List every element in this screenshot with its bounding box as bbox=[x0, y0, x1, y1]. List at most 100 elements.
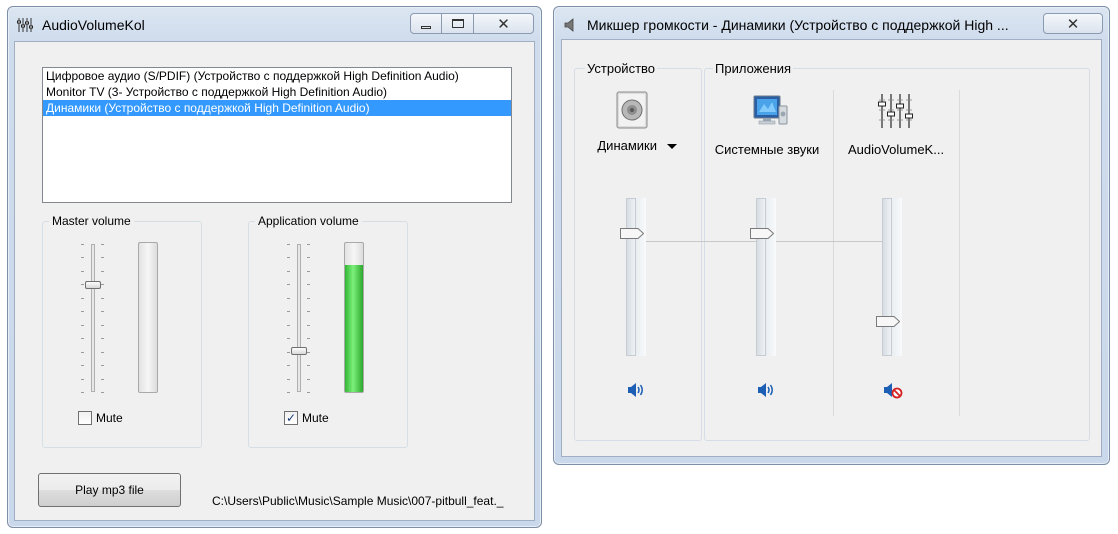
speaker-icon bbox=[628, 383, 643, 397]
close-icon: ✕ bbox=[497, 15, 510, 33]
master-ticks-right bbox=[101, 244, 105, 393]
master-mute-label: Mute bbox=[96, 411, 123, 425]
slider-tick bbox=[81, 270, 84, 272]
column-separator bbox=[959, 90, 960, 416]
system-sounds-mute-button[interactable] bbox=[756, 380, 780, 400]
slider-tick bbox=[81, 378, 84, 380]
close-icon: ✕ bbox=[1066, 15, 1080, 33]
application-volume-track[interactable] bbox=[297, 244, 301, 392]
close-button[interactable]: ✕ bbox=[474, 13, 534, 34]
slider-tick bbox=[81, 365, 84, 367]
slider-tick bbox=[287, 392, 290, 393]
slider-tick bbox=[307, 297, 310, 299]
slider-tick bbox=[307, 365, 310, 367]
slider-tick bbox=[307, 378, 310, 380]
application-volume-group: Application volume ✓ Mute bbox=[248, 214, 408, 448]
slider-tick bbox=[307, 324, 310, 326]
slider-tick bbox=[287, 311, 290, 313]
master-ticks bbox=[81, 244, 85, 393]
app-ticks-right bbox=[307, 244, 311, 393]
title-bar[interactable]: Микшер громкости - Динамики (Устройство … bbox=[554, 7, 1109, 41]
slider-tick bbox=[101, 351, 104, 353]
device-list-item[interactable]: Monitor TV (3- Устройство с поддержкой H… bbox=[43, 84, 511, 100]
slider-tick bbox=[81, 351, 84, 353]
speaker-title-icon bbox=[564, 18, 576, 35]
device-channel-name[interactable]: Динамики bbox=[582, 136, 692, 156]
master-volume-group: Master volume Mute bbox=[42, 214, 202, 448]
slider-tick bbox=[287, 351, 290, 353]
slider-tick bbox=[307, 244, 310, 245]
application-meter-fill bbox=[345, 265, 363, 392]
maximize-button[interactable] bbox=[442, 13, 474, 34]
app-icon bbox=[17, 18, 33, 32]
slider-tick bbox=[81, 244, 84, 245]
slider-tick bbox=[287, 244, 290, 245]
audiovolumekol-mute-button[interactable] bbox=[882, 380, 906, 400]
application-volume-slider[interactable] bbox=[291, 346, 307, 355]
slider-tick bbox=[287, 270, 290, 272]
slider-tick bbox=[101, 365, 104, 367]
window-title: Микшер громкости - Динамики (Устройство … bbox=[587, 17, 1009, 33]
slider-tick bbox=[287, 338, 290, 340]
volume-mixer-window: Микшер громкости - Динамики (Устройство … bbox=[553, 6, 1110, 465]
device-list-item-selected[interactable]: Динамики (Устройство с поддержкой High D… bbox=[43, 100, 511, 116]
slider-tick bbox=[287, 257, 290, 259]
mixer-app-icon bbox=[876, 92, 916, 130]
master-volume-slider[interactable] bbox=[85, 281, 101, 290]
slider-tick bbox=[307, 338, 310, 340]
slider-tick bbox=[307, 392, 310, 393]
slider-tick bbox=[287, 284, 290, 286]
close-button[interactable]: ✕ bbox=[1043, 13, 1103, 34]
main-panel: Цифровое аудио (S/PDIF) (Устройство с по… bbox=[14, 41, 535, 521]
title-bar[interactable]: AudioVolumeKol ✕ bbox=[8, 7, 541, 41]
app-ticks bbox=[287, 244, 291, 393]
master-volume-label: Master volume bbox=[49, 214, 134, 228]
application-volume-label: Application volume bbox=[255, 214, 362, 228]
device-volume-track[interactable] bbox=[626, 198, 646, 356]
master-mute-checkbox[interactable] bbox=[78, 411, 92, 425]
device-list-item[interactable]: Цифровое аудио (S/PDIF) (Устройство с по… bbox=[43, 68, 511, 84]
slider-tick bbox=[81, 392, 84, 393]
system-sounds-volume-slider[interactable] bbox=[750, 227, 775, 239]
audiovolumekol-volume-slider[interactable] bbox=[876, 316, 901, 328]
slider-tick bbox=[101, 270, 104, 272]
master-volume-track[interactable] bbox=[91, 244, 95, 392]
slider-tick bbox=[287, 378, 290, 380]
slider-tick bbox=[307, 257, 310, 259]
slider-tick bbox=[307, 311, 310, 313]
applications-section-label: Приложения bbox=[713, 61, 794, 76]
device-volume-slider[interactable] bbox=[620, 227, 645, 239]
dropdown-arrow-icon[interactable] bbox=[666, 144, 677, 150]
minimize-icon bbox=[421, 26, 431, 29]
audiovolumekol-channel-name: AudioVolumeK... bbox=[847, 142, 945, 157]
slider-tick bbox=[307, 284, 310, 286]
minimize-button[interactable] bbox=[410, 13, 442, 34]
play-mp3-button[interactable]: Play mp3 file bbox=[38, 473, 181, 507]
audiovolumekol-volume-track[interactable] bbox=[882, 198, 902, 356]
system-sounds-channel-name: Системные звуки bbox=[714, 142, 820, 157]
master-peak-meter bbox=[138, 242, 158, 393]
slider-tick bbox=[81, 297, 84, 299]
application-mute-checkbox[interactable]: ✓ bbox=[284, 411, 298, 425]
slider-tick bbox=[101, 324, 104, 326]
slider-tick bbox=[81, 284, 84, 286]
system-sounds-icon bbox=[750, 92, 790, 130]
slider-tick bbox=[287, 324, 290, 326]
system-sounds-volume-track[interactable] bbox=[756, 198, 776, 356]
device-mute-button[interactable] bbox=[626, 380, 650, 400]
column-separator bbox=[833, 90, 834, 416]
speaker-device-icon bbox=[614, 90, 650, 130]
slider-tick bbox=[81, 311, 84, 313]
slider-tick bbox=[307, 270, 310, 272]
slider-tick bbox=[101, 257, 104, 259]
device-list[interactable]: Цифровое аудио (S/PDIF) (Устройство с по… bbox=[42, 67, 512, 203]
slider-tick bbox=[81, 338, 84, 340]
slider-tick bbox=[101, 297, 104, 299]
window-title: AudioVolumeKol bbox=[42, 17, 145, 33]
application-peak-meter bbox=[344, 242, 364, 393]
slider-tick bbox=[287, 365, 290, 367]
slider-tick bbox=[101, 311, 104, 313]
slider-tick bbox=[101, 244, 104, 245]
slider-tick bbox=[101, 392, 104, 393]
slider-tick bbox=[101, 378, 104, 380]
